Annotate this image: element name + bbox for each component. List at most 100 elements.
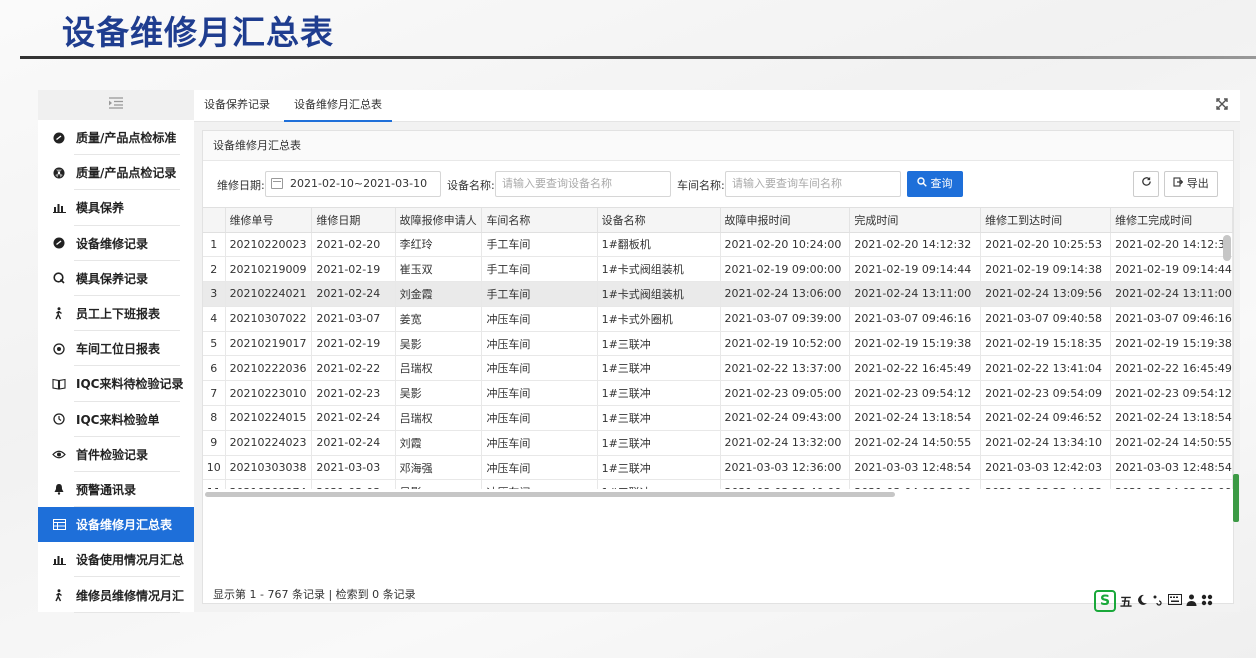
table-cell: 2021-02-24 14:50:55 bbox=[849, 430, 982, 456]
sidebar-item-7[interactable]: IQC来料待检验记录 bbox=[38, 366, 194, 402]
sidebar-item-8[interactable]: IQC来料检验单 bbox=[38, 402, 194, 437]
table-cell: 2021-02-19 09:14:44 bbox=[849, 256, 982, 283]
table-row[interactable]: 10 20210303038 2021-03-03 邓海强 冲压车间 1#三联冲 2021-… bbox=[203, 455, 1233, 481]
user-icon[interactable] bbox=[1186, 594, 1197, 609]
sidebar-item-label: 质量/产品点检记录 bbox=[76, 166, 177, 181]
refresh-icon bbox=[1141, 176, 1152, 190]
table-cell: 李红玲 bbox=[395, 232, 483, 258]
column-header-5[interactable]: 设备名称 bbox=[597, 208, 721, 233]
table-cell: 吴影 bbox=[395, 380, 483, 407]
table-cell: 2021-02-19 15:19:38 bbox=[849, 331, 982, 357]
sidebar-item-6[interactable]: 车间工位日报表 bbox=[38, 331, 194, 367]
export-button[interactable]: 导出 bbox=[1164, 171, 1218, 197]
table-cell: 2021-02-24 09:46:52 bbox=[980, 405, 1112, 431]
table-cell: 吴影 bbox=[395, 479, 483, 489]
table-row[interactable]: 8 20210224015 2021-02-24 吕瑞权 冲压车间 1#三联冲 2021-0… bbox=[203, 405, 1233, 431]
keyboard-icon[interactable] bbox=[1168, 594, 1183, 608]
table-icon bbox=[52, 518, 66, 532]
sidebar-item-label: IQC来料待检验记录 bbox=[76, 377, 184, 392]
table-cell: 吴影 bbox=[395, 331, 483, 357]
column-header-1[interactable]: 维修单号 bbox=[225, 208, 313, 233]
table-row[interactable]: 5 20210219017 2021-02-19 吴影 冲压车间 1#三联冲 2021-02… bbox=[203, 331, 1233, 357]
vertical-scrollbar[interactable] bbox=[1223, 235, 1231, 261]
table-row[interactable]: 3 20210224021 2021-02-24 刘金霞 手工车间 1#卡式阀组装机 202… bbox=[203, 281, 1233, 307]
ime-mode-label[interactable]: 五 bbox=[1120, 593, 1132, 610]
table-cell: 20210219009 bbox=[225, 256, 313, 283]
column-header-4[interactable]: 车间名称 bbox=[481, 208, 598, 233]
sidebar-item-label: 首件检验记录 bbox=[76, 447, 149, 462]
workshop-name-input[interactable]: 请输入要查询车间名称 bbox=[725, 171, 901, 197]
column-header-8[interactable]: 维修工到达时间 bbox=[980, 208, 1112, 233]
table-row[interactable]: 6 20210222036 2021-02-22 吕瑞权 冲压车间 1#三联冲 2021-0… bbox=[203, 355, 1233, 382]
column-header-7[interactable]: 完成时间 bbox=[849, 208, 982, 233]
moon-icon[interactable] bbox=[1136, 594, 1148, 609]
sidebar-item-9[interactable]: 首件检验记录 bbox=[38, 437, 194, 473]
data-table-viewport[interactable]: 维修单号 维修日期 故障报修申请人 车间名称 设备名称 故障申报时间 完成时间 维修工到达时间… bbox=[203, 207, 1233, 489]
table-cell: 2021-02-20 bbox=[311, 232, 396, 258]
clock-icon bbox=[52, 412, 66, 426]
bell-icon bbox=[52, 482, 66, 496]
table-cell: 冲压车间 bbox=[481, 479, 598, 489]
sidebar-item-0[interactable]: 质量/产品点检标准 bbox=[38, 120, 194, 156]
refresh-button[interactable] bbox=[1133, 171, 1159, 197]
table-cell: 1#三联冲 bbox=[597, 355, 721, 382]
table-cell: 1#三联冲 bbox=[597, 331, 721, 357]
sidebar-item-2[interactable]: 模具保养 bbox=[38, 190, 194, 226]
table-cell: 2021-02-20 10:25:53 bbox=[980, 232, 1112, 258]
sidebar-item-10[interactable]: 预警通讯录 bbox=[38, 472, 194, 508]
column-header-2[interactable]: 维修日期 bbox=[311, 208, 396, 233]
fullscreen-icon[interactable] bbox=[1216, 98, 1230, 112]
date-range-value: 2021-02-10~2021-03-10 bbox=[290, 177, 428, 190]
sidebar-item-13[interactable]: 维修员维修情况月汇 bbox=[38, 577, 194, 613]
sidebar-item-label: 维修员维修情况月汇 bbox=[76, 588, 185, 603]
sidebar-item-label: 设备维修记录 bbox=[76, 236, 149, 251]
table-cell: 2021-02-24 bbox=[311, 281, 396, 307]
sidebar-item-12[interactable]: 设备使用情况月汇总 bbox=[38, 542, 194, 578]
table-cell: 2021-02-22 bbox=[311, 355, 396, 382]
tab-monthly-repair-summary[interactable]: 设备维修月汇总表 bbox=[284, 90, 392, 122]
bar-chart-icon bbox=[52, 553, 66, 567]
sidebar-item-11[interactable]: 设备维修月汇总表 bbox=[38, 507, 194, 543]
table-cell: 1#三联冲 bbox=[597, 479, 721, 489]
date-range-input[interactable]: 2021-02-10~2021-03-10 bbox=[265, 171, 441, 197]
table-cell: 2021-02-19 15:18:35 bbox=[980, 331, 1112, 357]
table-cell: 1#卡式阀组装机 bbox=[597, 281, 721, 307]
report-panel: 设备维修月汇总表 维修日期: 2021-02-10~2021-03-10 设备名… bbox=[202, 130, 1234, 604]
table-row[interactable]: 1 20210220023 2021-02-20 李红玲 手工车间 1#翻板机 2021-0… bbox=[203, 232, 1233, 258]
column-header-9[interactable]: 维修工完成时间 bbox=[1110, 208, 1233, 233]
table-cell: 2021-02-23 09:54:12 bbox=[1110, 380, 1233, 407]
sidebar-item-3[interactable]: 设备维修记录 bbox=[38, 226, 194, 261]
table-row[interactable]: 11202103030742021-03-03吴影冲压车间1#三联冲2021-0… bbox=[203, 479, 1233, 489]
sidebar-toggle-button[interactable] bbox=[38, 90, 194, 120]
device-name-input[interactable]: 请输入要查询设备名称 bbox=[495, 171, 671, 197]
ime-logo-icon[interactable]: S bbox=[1094, 590, 1116, 612]
query-button[interactable]: 查询 bbox=[907, 171, 963, 197]
sidebar-item-label: 设备使用情况月汇总 bbox=[76, 553, 185, 568]
table-row[interactable]: 2 20210219009 2021-02-19 崔玉双 手工车间 1#卡式阀组装机 202… bbox=[203, 256, 1233, 283]
table-cell: 10 bbox=[203, 455, 226, 481]
table-cell: 9 bbox=[203, 430, 226, 456]
apps-icon[interactable] bbox=[1201, 594, 1213, 609]
horizontal-scrollbar[interactable] bbox=[205, 492, 895, 497]
column-header-0[interactable] bbox=[203, 208, 226, 233]
title-rule bbox=[20, 56, 1256, 59]
table-row[interactable]: 4 20210307022 2021-03-07 姜宽 冲压车间 1#卡式外圈机 2021-… bbox=[203, 306, 1233, 332]
tab-equipment-maintenance[interactable]: 设备保养记录 bbox=[204, 90, 270, 122]
walker-icon bbox=[52, 307, 66, 321]
table-cell: 2021-03-07 09:46:16 bbox=[849, 306, 982, 332]
sidebar-item-4[interactable]: 模具保养记录 bbox=[38, 261, 194, 297]
device-label: 设备名称: bbox=[447, 179, 495, 192]
column-header-6[interactable]: 故障申报时间 bbox=[720, 208, 851, 233]
side-scroll-indicator[interactable] bbox=[1233, 474, 1239, 522]
table-cell: 2021-02-24 13:11:00 bbox=[1110, 281, 1233, 307]
table-row[interactable]: 7 20210223010 2021-02-23 吴影 冲压车间 1#三联冲 2021-02… bbox=[203, 380, 1233, 407]
table-cell: 冲压车间 bbox=[481, 405, 598, 431]
table-row[interactable]: 9 20210224023 2021-02-24 刘霞 冲压车间 1#三联冲 2021-02… bbox=[203, 430, 1233, 456]
column-header-3[interactable]: 故障报修申请人 bbox=[395, 208, 483, 233]
book-icon bbox=[52, 377, 66, 391]
sidebar-item-5[interactable]: 员工上下班报表 bbox=[38, 296, 194, 332]
sidebar-item-1[interactable]: 质量/产品点检记录 bbox=[38, 155, 194, 191]
punctuation-icon[interactable] bbox=[1152, 594, 1164, 609]
ime-toolbar[interactable]: S 五 bbox=[1094, 589, 1240, 613]
workshop-label: 车间名称: bbox=[677, 179, 725, 192]
